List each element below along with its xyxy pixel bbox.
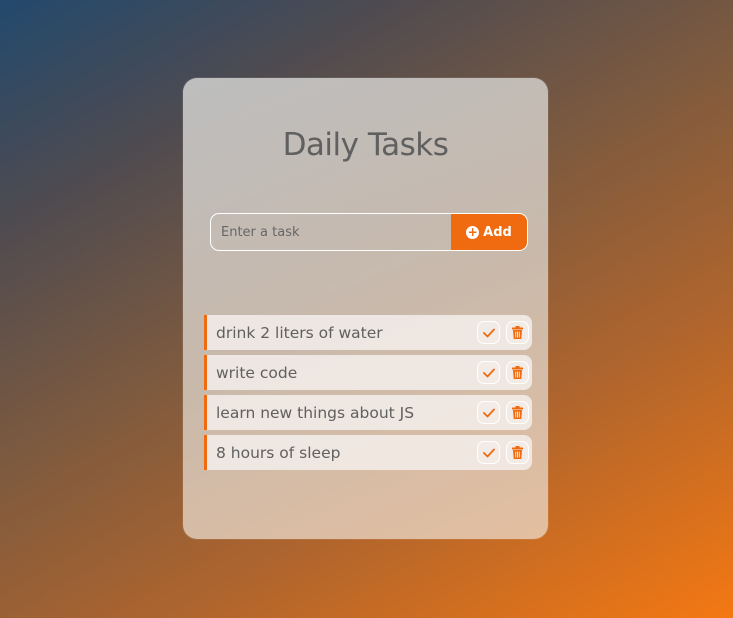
delete-button[interactable] — [506, 321, 529, 344]
add-button-label: Add — [483, 224, 512, 240]
complete-button[interactable] — [477, 361, 500, 384]
task-text: drink 2 liters of water — [216, 323, 383, 342]
complete-button[interactable] — [477, 321, 500, 344]
page-title: Daily Tasks — [282, 127, 449, 163]
task-text: learn new things about JS — [216, 403, 415, 422]
task-text: write code — [216, 363, 298, 382]
check-icon — [482, 408, 495, 417]
task-item: learn new things about JS — [204, 395, 532, 430]
task-card: Daily Tasks + Add drink 2 liters of wate… — [183, 78, 548, 539]
trash-icon — [512, 406, 523, 419]
check-icon — [482, 368, 495, 377]
task-item: write code — [204, 355, 532, 390]
check-icon — [482, 448, 495, 457]
task-list: drink 2 liters of water write code learn… — [204, 315, 532, 475]
trash-icon — [512, 326, 523, 339]
complete-button[interactable] — [477, 401, 500, 424]
task-item: 8 hours of sleep — [204, 435, 532, 470]
delete-button[interactable] — [506, 441, 529, 464]
trash-icon — [512, 446, 523, 459]
plus-circle-icon: + — [466, 224, 480, 239]
task-input[interactable] — [211, 214, 451, 250]
complete-button[interactable] — [477, 441, 500, 464]
check-icon — [482, 328, 495, 337]
task-item: drink 2 liters of water — [204, 315, 532, 350]
task-text: 8 hours of sleep — [216, 443, 341, 462]
delete-button[interactable] — [506, 361, 529, 384]
delete-button[interactable] — [506, 401, 529, 424]
trash-icon — [512, 366, 523, 379]
add-task-form: + Add — [210, 213, 528, 251]
add-button[interactable]: + Add — [451, 214, 527, 250]
